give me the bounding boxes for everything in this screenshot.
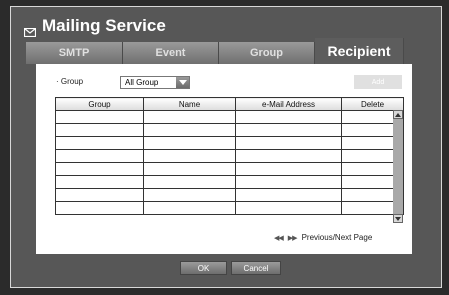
cancel-button[interactable]: Cancel (231, 261, 281, 275)
scroll-down-icon[interactable] (393, 214, 403, 223)
table-row[interactable] (55, 110, 404, 124)
dialog-title: Mailing Service (23, 16, 166, 37)
table-row[interactable] (55, 201, 404, 215)
tab-recipient[interactable]: Recipient (315, 38, 404, 64)
table-scrollbar[interactable] (393, 110, 403, 223)
ok-button[interactable]: OK (180, 261, 227, 275)
recipient-table: Group Name e-Mail Address Delete (55, 97, 404, 215)
tab-group[interactable]: Group (219, 42, 315, 64)
column-header-email[interactable]: e-Mail Address (235, 97, 342, 111)
group-select[interactable]: All Group (120, 76, 190, 89)
table-row[interactable] (55, 175, 404, 189)
tab-bar: SMTP Event Group Recipient (26, 38, 418, 64)
pager-label: Previous/Next Page (301, 233, 373, 242)
recipient-panel: · Group All Group Add Group Name e-Mail … (36, 64, 412, 254)
add-button[interactable]: Add (354, 75, 402, 89)
column-header-delete[interactable]: Delete (341, 97, 404, 111)
column-header-group[interactable]: Group (55, 97, 144, 111)
chevron-down-icon[interactable] (176, 77, 189, 88)
group-select-value: All Group (125, 78, 159, 87)
tab-event[interactable]: Event (123, 42, 219, 64)
table-header-row: Group Name e-Mail Address Delete (55, 97, 404, 111)
dialog-title-text: Mailing Service (42, 16, 166, 35)
page-navigation: ◀◀ ▶▶ Previous/Next Page (274, 233, 372, 242)
mail-icon (23, 22, 37, 37)
table-row[interactable] (55, 162, 404, 176)
previous-page-icon[interactable]: ◀◀ (274, 234, 284, 242)
table-row[interactable] (55, 188, 404, 202)
next-page-icon[interactable]: ▶▶ (288, 234, 298, 242)
column-header-name[interactable]: Name (143, 97, 236, 111)
table-row[interactable] (55, 149, 404, 163)
table-row[interactable] (55, 136, 404, 150)
group-filter-label: · Group (56, 77, 84, 86)
tab-smtp[interactable]: SMTP (26, 42, 123, 64)
scroll-up-icon[interactable] (393, 110, 403, 119)
table-row[interactable] (55, 123, 404, 137)
